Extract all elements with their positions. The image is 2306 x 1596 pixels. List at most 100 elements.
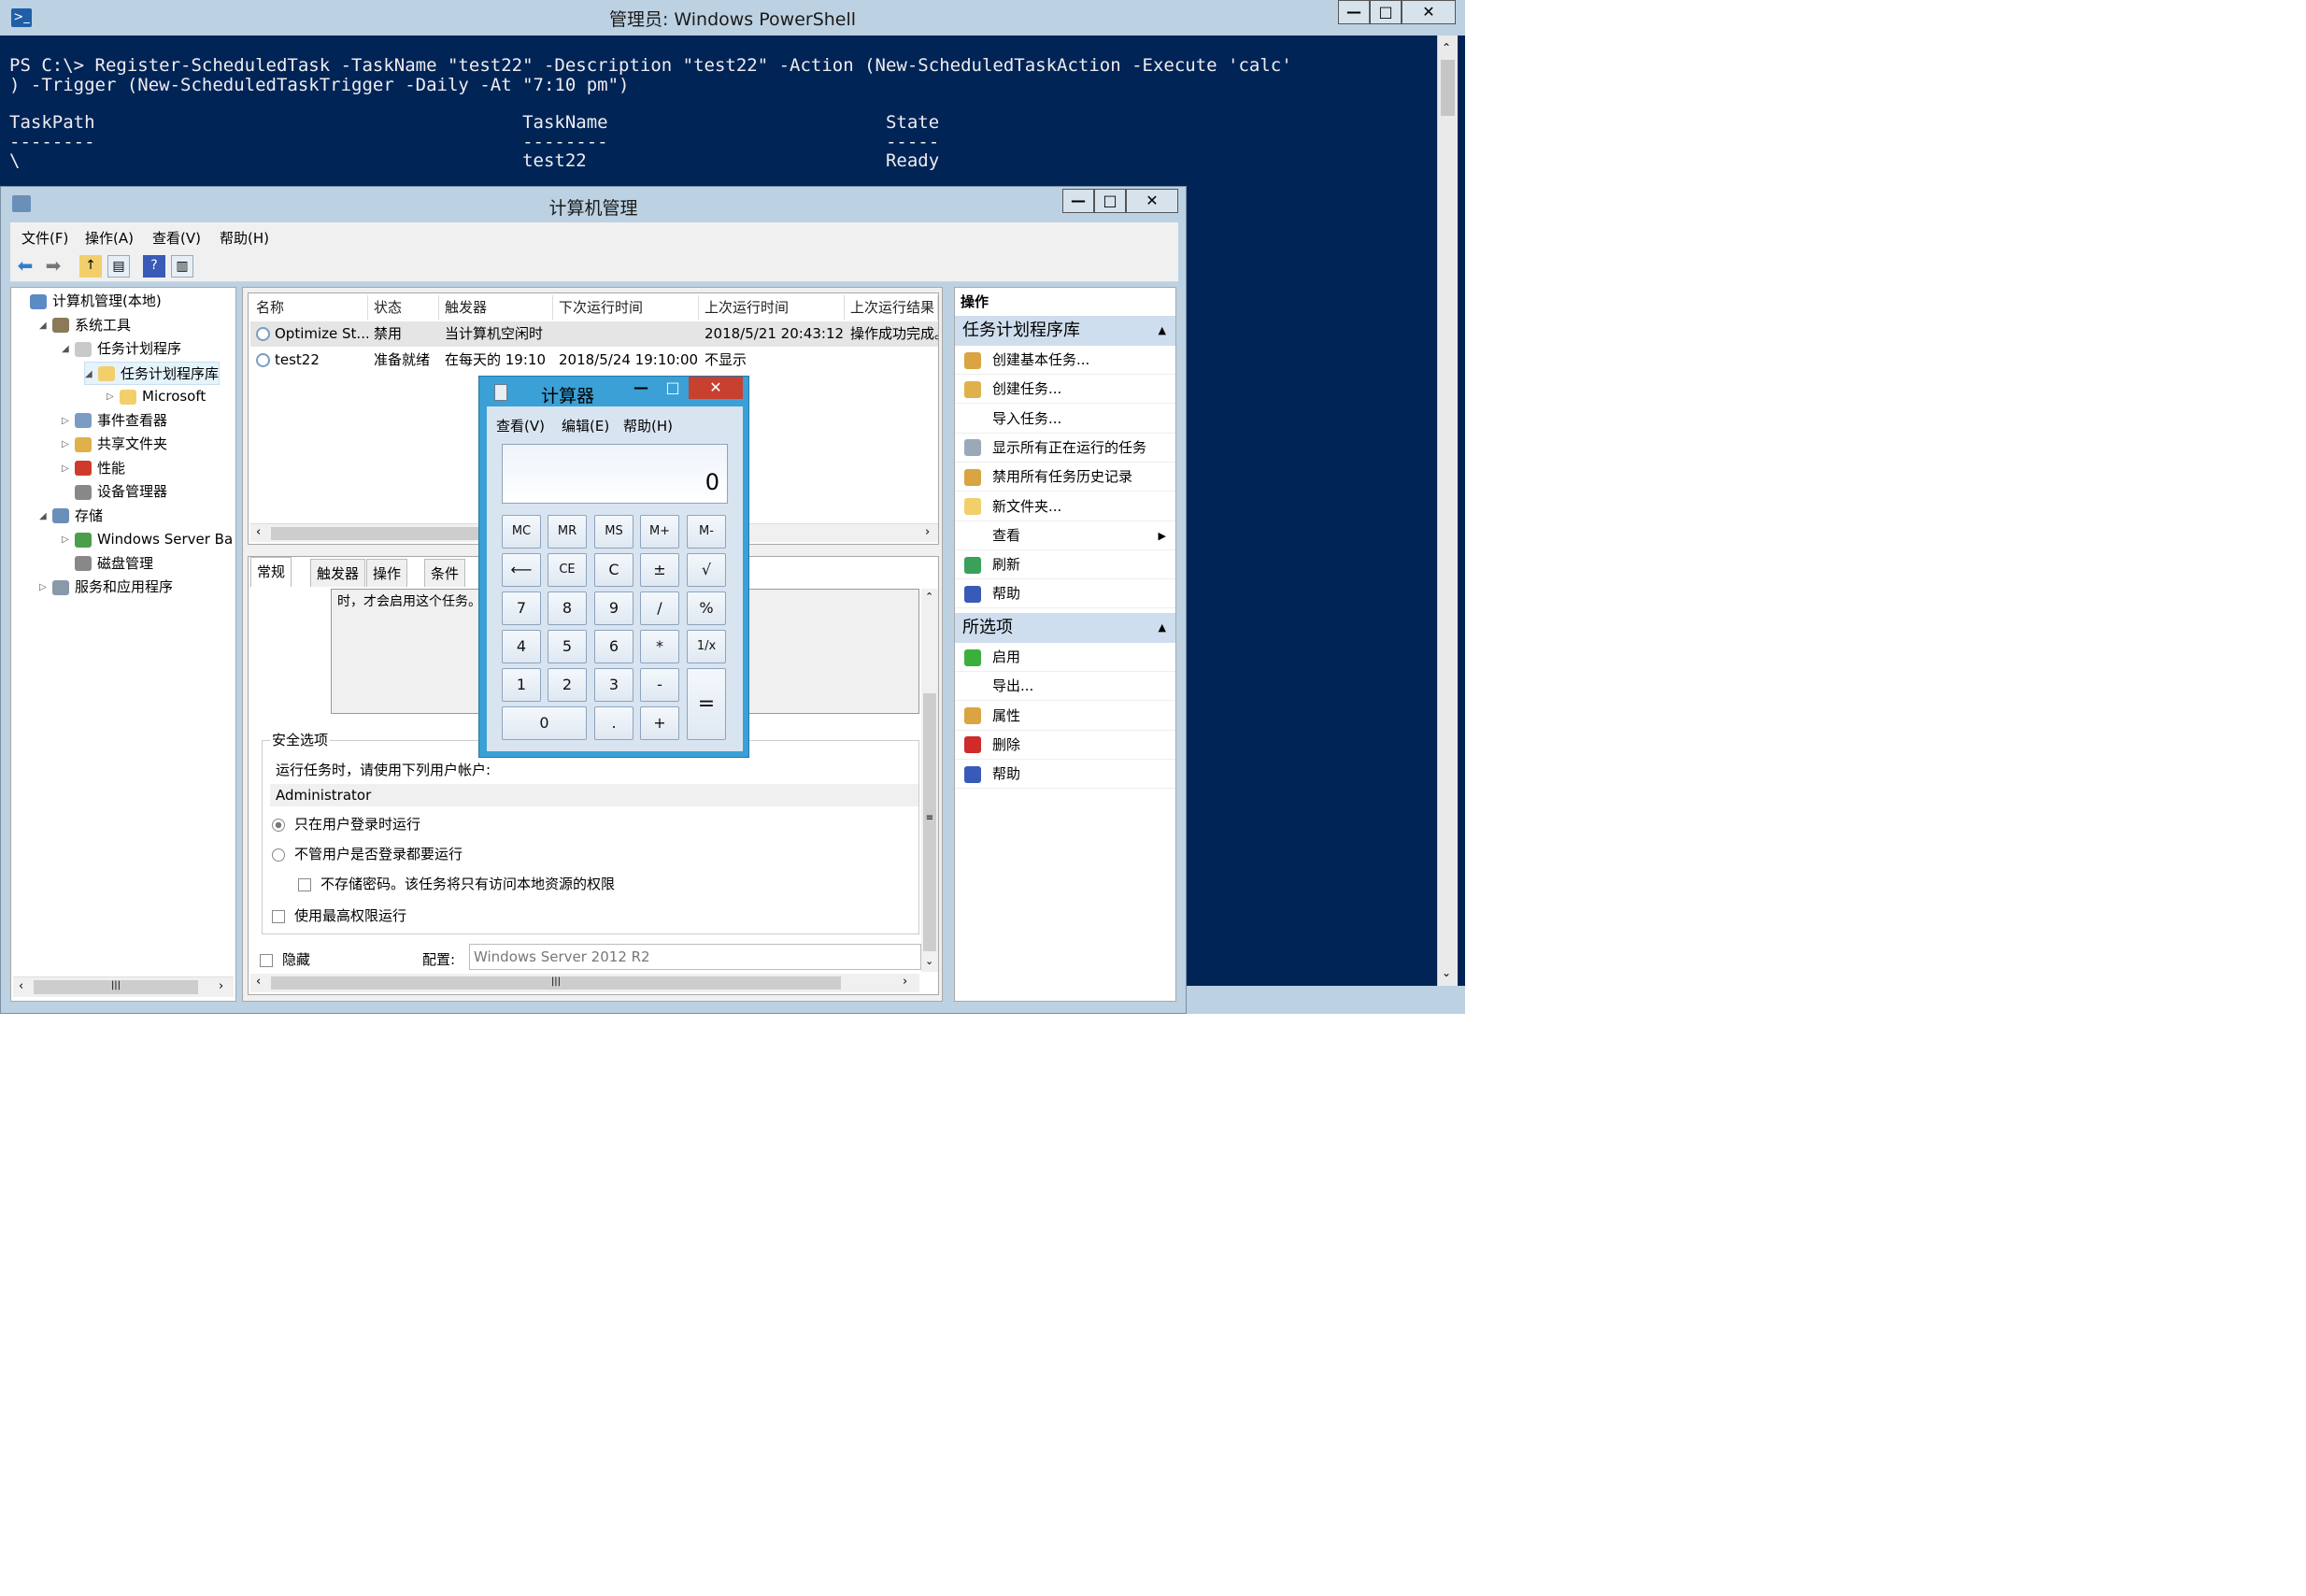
action-item[interactable]: 属性: [955, 702, 1175, 731]
tree-node[interactable]: ◢ 任务计划程序: [62, 337, 181, 361]
action-item[interactable]: 导入任务...: [955, 405, 1175, 434]
calculator-title-bar[interactable]: 计算器 — □ ✕: [479, 377, 748, 406]
action-item[interactable]: 启用: [955, 643, 1175, 672]
calc-key[interactable]: 9: [594, 591, 633, 625]
mmc-title-bar[interactable]: 计算机管理 — □ ✕: [1, 187, 1186, 222]
checkbox-do-not-store-password[interactable]: 不存储密码。该任务将只有访问本地资源的权限: [298, 874, 615, 893]
maximize-button[interactable]: □: [1094, 189, 1126, 213]
collapse-arrow-icon[interactable]: ◢: [85, 363, 98, 386]
calc-key[interactable]: %: [687, 591, 726, 625]
calc-key[interactable]: MR: [548, 515, 587, 549]
checkbox-highest-privileges[interactable]: 使用最高权限运行: [272, 905, 406, 925]
scroll-thumb[interactable]: [1441, 60, 1455, 116]
minimize-button[interactable]: —: [1062, 189, 1094, 213]
scroll-left-icon[interactable]: ‹: [19, 979, 23, 993]
scroll-left-icon[interactable]: ‹: [256, 525, 261, 539]
scroll-right-icon[interactable]: ›: [219, 979, 223, 993]
properties-pane-icon[interactable]: ▥: [171, 255, 193, 278]
checkbox-icon[interactable]: [260, 953, 273, 967]
action-item[interactable]: 刷新: [955, 550, 1175, 580]
column-header-name[interactable]: 名称: [250, 295, 368, 320]
calc-key[interactable]: 5: [548, 630, 587, 663]
scroll-thumb[interactable]: |||: [34, 980, 198, 994]
checkbox-hidden[interactable]: 隐藏: [260, 949, 310, 969]
show-hide-tree-icon[interactable]: ▤: [107, 255, 130, 278]
calc-key[interactable]: 1/x: [687, 630, 726, 663]
maximize-button[interactable]: □: [657, 377, 689, 399]
tree-node[interactable]: 计算机管理(本地): [17, 290, 162, 313]
action-item[interactable]: 帮助: [955, 760, 1175, 790]
tab-actions[interactable]: 操作: [366, 559, 408, 587]
calc-key[interactable]: 6: [594, 630, 633, 663]
checkbox-icon[interactable]: [298, 877, 311, 891]
forward-arrow-icon[interactable]: ➡: [42, 255, 64, 278]
calc-key[interactable]: 3: [594, 668, 633, 702]
column-header-trigger[interactable]: 触发器: [439, 295, 553, 320]
action-item[interactable]: 显示所有正在运行的任务: [955, 434, 1175, 463]
collapse-arrow-icon[interactable]: ◢: [39, 314, 52, 337]
scroll-right-icon[interactable]: ›: [925, 525, 930, 539]
expand-arrow-icon[interactable]: ▷: [62, 457, 75, 480]
expand-arrow-icon[interactable]: ▷: [107, 385, 120, 408]
calc-key[interactable]: 7: [502, 591, 541, 625]
calc-key[interactable]: *: [640, 630, 679, 663]
scroll-right-icon[interactable]: ›: [903, 975, 907, 989]
tree-node[interactable]: ▷ 服务和应用程序: [39, 576, 173, 598]
menu-action[interactable]: 操作(A): [85, 228, 134, 248]
calc-key[interactable]: /: [640, 591, 679, 625]
collapse-arrow-icon[interactable]: ◢: [39, 505, 52, 528]
action-item[interactable]: 禁用所有任务历史记录: [955, 463, 1175, 492]
table-row[interactable]: test22 准备就绪 在每天的 19:10 2018/5/24 19:10:0…: [250, 348, 938, 373]
column-header-status[interactable]: 状态: [368, 295, 439, 320]
tab-triggers[interactable]: 触发器: [310, 559, 366, 587]
menu-help[interactable]: 帮助(H): [220, 228, 269, 248]
tree-node[interactable]: ▷ 事件查看器: [62, 409, 167, 433]
radio-run-whether-logged-on[interactable]: 不管用户是否登录都要运行: [272, 844, 463, 863]
scroll-thumb[interactable]: ≡: [923, 693, 936, 951]
minimize-button[interactable]: —: [1338, 0, 1370, 24]
detail-vscrollbar[interactable]: ⌃ ≡ ⌄: [921, 589, 938, 972]
tree-node[interactable]: ▷ Microsoft: [107, 385, 206, 408]
calc-key[interactable]: MC: [502, 515, 541, 549]
scroll-thumb[interactable]: |||: [271, 976, 841, 990]
section-task-library[interactable]: 任务计划程序库 ▲: [955, 316, 1175, 346]
radio-unselected-icon[interactable]: [272, 848, 285, 862]
scroll-left-icon[interactable]: ‹: [256, 975, 261, 989]
tab-conditions[interactable]: 条件: [424, 559, 466, 587]
tree-node[interactable]: 磁盘管理: [62, 552, 153, 576]
tree-node[interactable]: ◢ 系统工具: [39, 314, 131, 337]
expand-arrow-icon[interactable]: ▷: [62, 433, 75, 456]
calc-key[interactable]: 0: [502, 706, 587, 740]
calc-key[interactable]: ⟵: [502, 553, 541, 587]
calc-key[interactable]: 4: [502, 630, 541, 663]
column-header-next-run[interactable]: 下次运行时间: [553, 295, 699, 320]
action-item[interactable]: 查看 ▶: [955, 521, 1175, 550]
collapse-arrow-icon[interactable]: ◢: [62, 337, 75, 361]
calc-key[interactable]: +: [640, 706, 679, 740]
action-item[interactable]: 创建任务...: [955, 375, 1175, 405]
calc-key[interactable]: C: [594, 553, 633, 587]
tree-node[interactable]: ▷ Windows Server Back: [62, 528, 234, 551]
minimize-button[interactable]: —: [625, 377, 657, 399]
tree-node[interactable]: ▷ 性能: [62, 457, 125, 480]
config-select[interactable]: Windows Server 2012 R2: [469, 944, 921, 970]
collapse-icon[interactable]: ▲: [1159, 316, 1166, 346]
column-header-last-result[interactable]: 上次运行结果: [845, 295, 938, 320]
powershell-console-output[interactable]: PS C:\> Register-ScheduledTask -TaskName…: [9, 37, 1439, 208]
menu-view[interactable]: 查看(V): [152, 228, 201, 248]
menu-file[interactable]: 文件(F): [21, 228, 68, 248]
maximize-button[interactable]: □: [1370, 0, 1402, 24]
action-item[interactable]: 帮助: [955, 579, 1175, 609]
detail-hscrollbar[interactable]: ‹ ||| ›: [250, 974, 919, 992]
close-button[interactable]: ✕: [1126, 189, 1178, 213]
close-button[interactable]: ✕: [1402, 0, 1456, 24]
powershell-title-bar[interactable]: >_ 管理员: Windows PowerShell — □ ✕: [0, 0, 1465, 36]
tree-node[interactable]: ◢ 任务计划程序库: [84, 361, 221, 386]
tree-hscrollbar[interactable]: ‹ ||| ›: [13, 976, 234, 997]
calc-key[interactable]: MS: [594, 515, 633, 549]
calc-key[interactable]: ±: [640, 553, 679, 587]
radio-selected-icon[interactable]: [272, 818, 285, 832]
action-item[interactable]: 创建基本任务...: [955, 346, 1175, 375]
help-icon[interactable]: ?: [143, 255, 165, 278]
section-selected-item[interactable]: 所选项 ▲: [955, 613, 1175, 643]
